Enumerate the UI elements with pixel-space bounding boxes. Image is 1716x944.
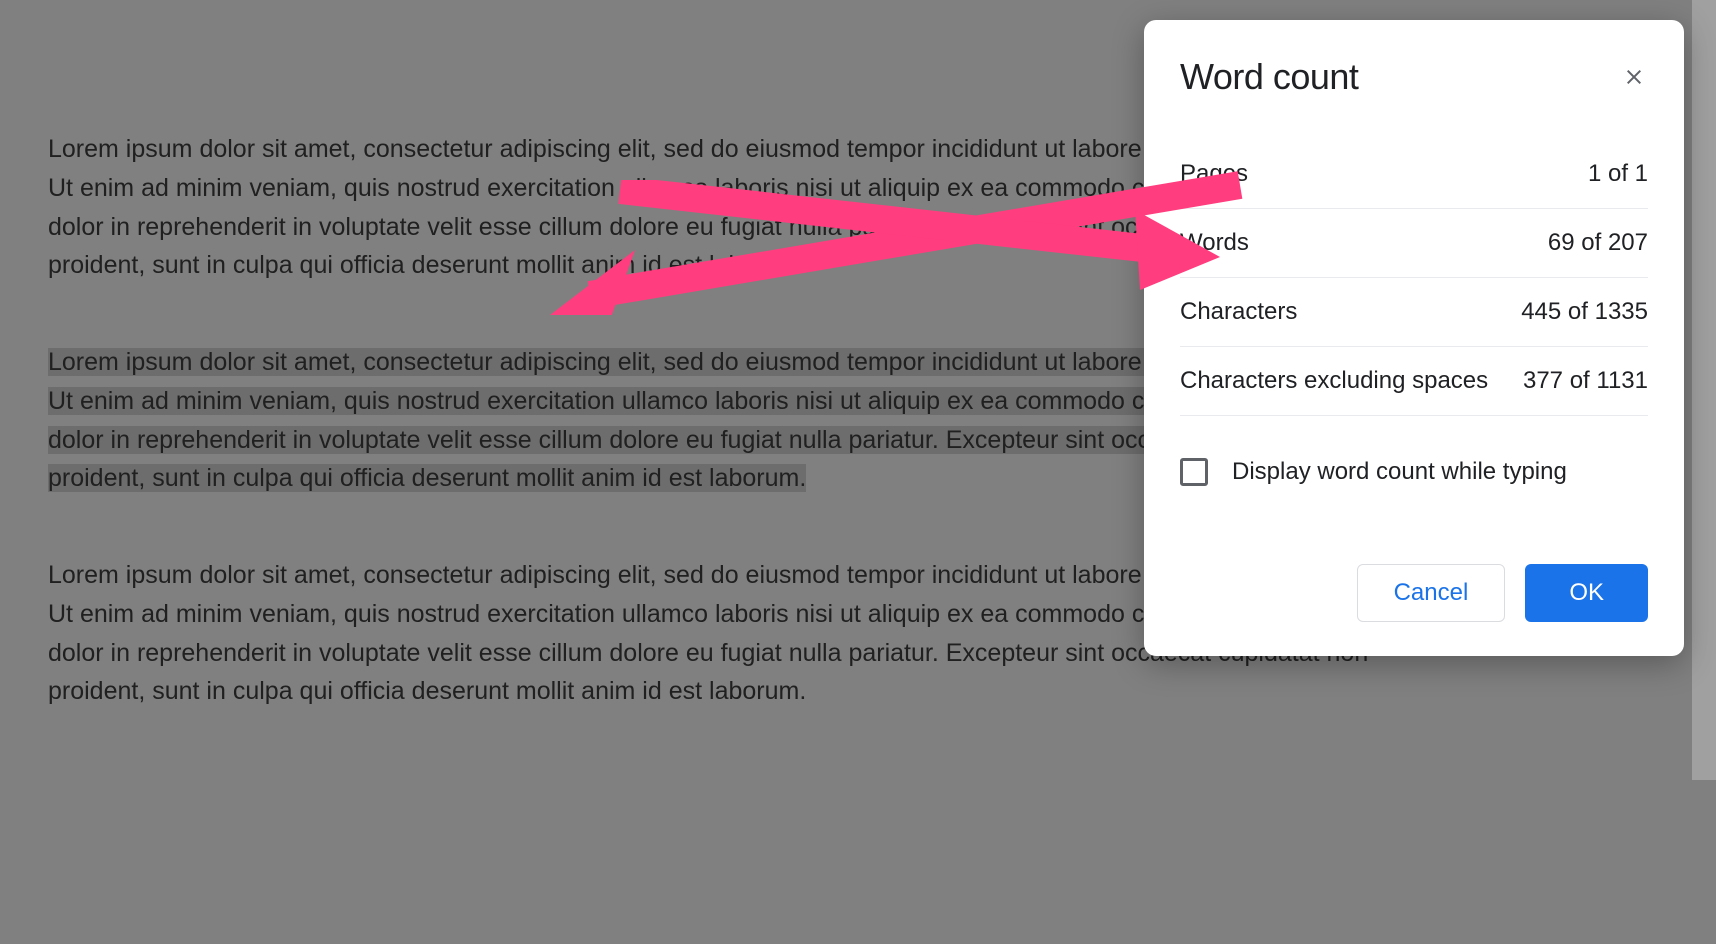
stat-label: Words <box>1180 229 1249 257</box>
stat-pages: Pages 1 of 1 <box>1180 140 1648 209</box>
stat-value: 69 of 207 <box>1548 229 1648 257</box>
page-edge <box>1692 0 1716 780</box>
cancel-button[interactable]: Cancel <box>1357 564 1506 622</box>
ok-button[interactable]: OK <box>1525 564 1648 622</box>
close-icon[interactable] <box>1620 63 1648 91</box>
stat-value: 445 of 1335 <box>1521 298 1648 326</box>
stat-label: Pages <box>1180 160 1248 188</box>
checkbox-label: Display word count while typing <box>1232 458 1567 486</box>
stat-value: 1 of 1 <box>1588 160 1648 188</box>
stat-characters: Characters 445 of 1335 <box>1180 278 1648 347</box>
stat-value: 377 of 1131 <box>1523 367 1648 395</box>
stat-characters-no-spaces: Characters excluding spaces 377 of 1131 <box>1180 347 1648 416</box>
stat-words: Words 69 of 207 <box>1180 209 1648 278</box>
display-while-typing-checkbox[interactable] <box>1180 458 1208 486</box>
stat-label: Characters excluding spaces <box>1180 367 1488 395</box>
dialog-title: Word count <box>1180 56 1358 98</box>
word-count-dialog: Word count Pages 1 of 1 Words 69 of 207 … <box>1144 20 1684 656</box>
stat-label: Characters <box>1180 298 1297 326</box>
